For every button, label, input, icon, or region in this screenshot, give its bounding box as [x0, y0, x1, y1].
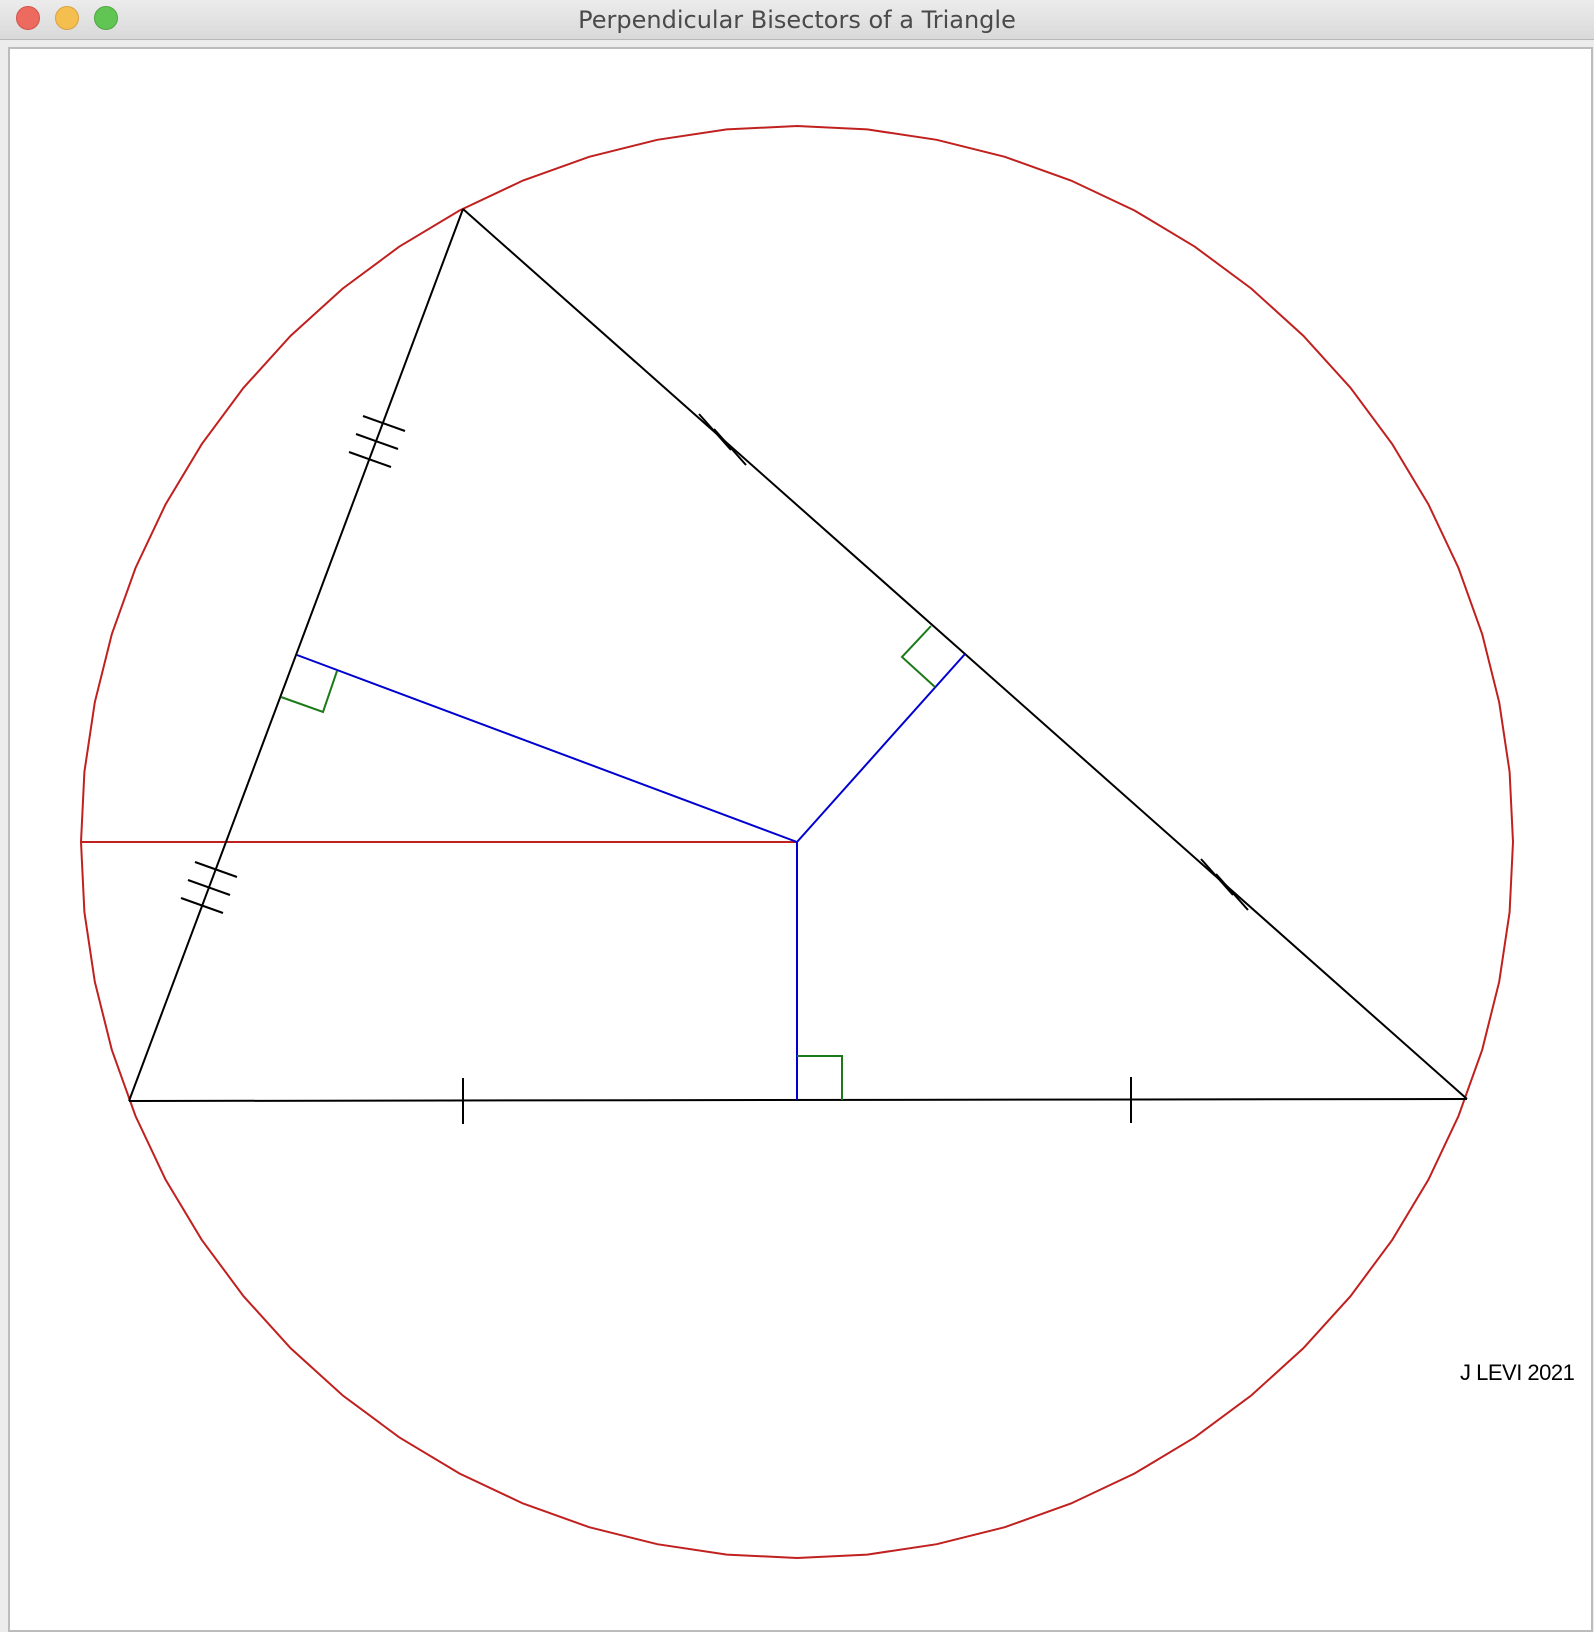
tick-mark — [348, 451, 392, 468]
bisector-left-side — [296, 654, 798, 843]
tick-mark — [698, 413, 732, 451]
right-angle-marker-bottom — [797, 1055, 843, 1100]
drawing-canvas — [79, 124, 1515, 1560]
tick-mark — [1215, 873, 1249, 911]
perpendicular-bisectors — [296, 653, 966, 1100]
right-angle-marker-left — [280, 670, 338, 714]
right-angle-markers — [280, 625, 936, 1100]
tick-mark — [180, 897, 224, 914]
right-angle-marker-right — [900, 625, 936, 688]
bisector-right-side — [796, 653, 966, 843]
tick-mark — [713, 428, 747, 466]
tick-mark — [194, 861, 238, 878]
tick-mark — [1200, 858, 1234, 896]
triangle-side-left — [128, 208, 464, 1102]
tick-mark — [187, 879, 231, 896]
app-window: Perpendicular Bisectors of a Triangle J … — [0, 0, 1594, 1632]
congruence-tick-marks — [180, 413, 1249, 1124]
author-credit: J LEVI 2021 — [1460, 1360, 1575, 1385]
